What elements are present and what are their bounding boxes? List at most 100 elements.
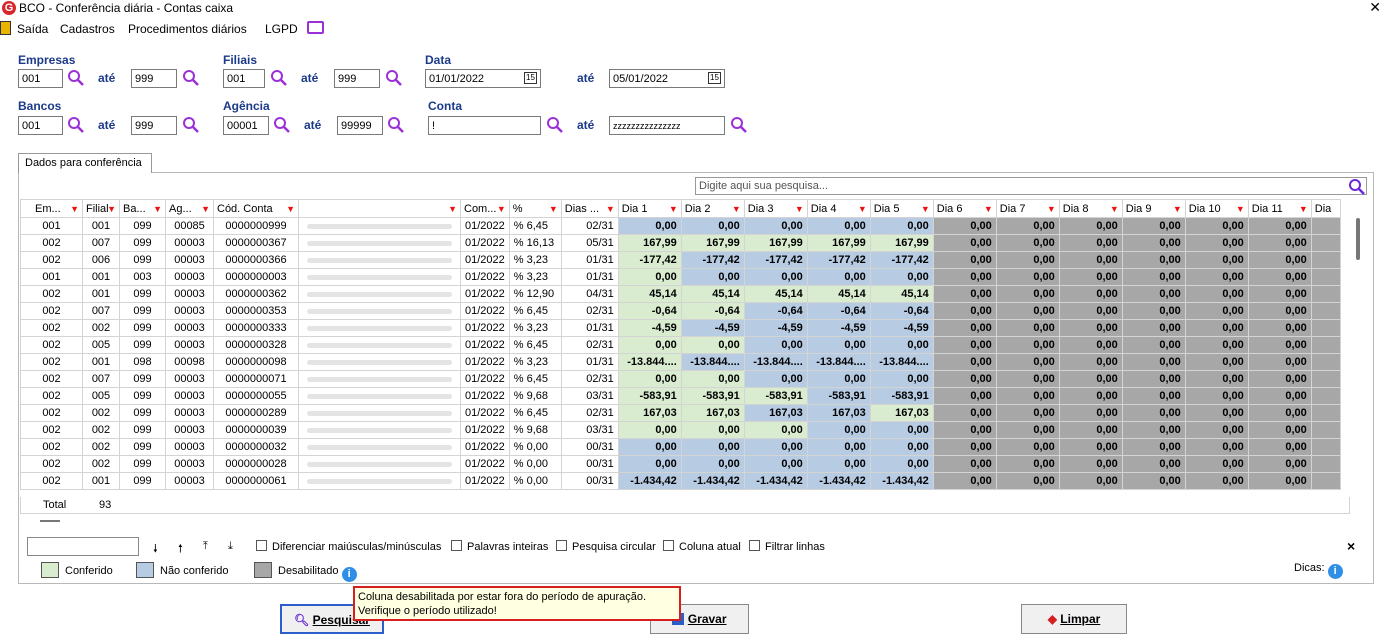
table-cell[interactable]: % 3,23 bbox=[508, 251, 562, 269]
disabled-day-cell[interactable]: 0,00 bbox=[1184, 319, 1249, 337]
option-circular[interactable]: Pesquisa circular bbox=[556, 540, 656, 553]
table-row[interactable]: 001 001 099 00085 0000000999 01/2022% 6,45 02/… bbox=[20, 217, 1341, 235]
disabled-day-cell[interactable]: 0,00 bbox=[995, 472, 1060, 490]
filter-icon[interactable]: ▼ bbox=[448, 204, 457, 214]
table-cell[interactable]: 007 bbox=[82, 370, 120, 388]
disabled-day-cell[interactable] bbox=[1310, 234, 1341, 252]
day-cell[interactable]: 0,00 bbox=[617, 370, 682, 388]
disabled-day-cell[interactable] bbox=[1310, 319, 1341, 337]
disabled-day-cell[interactable]: 0,00 bbox=[932, 251, 997, 269]
disabled-day-cell[interactable] bbox=[1310, 302, 1341, 320]
table-cell[interactable] bbox=[298, 421, 461, 439]
disabled-day-cell[interactable]: 0,00 bbox=[1121, 472, 1186, 490]
table-cell[interactable]: 099 bbox=[119, 285, 166, 303]
column-header[interactable]: Dia 1 ▼ bbox=[617, 199, 682, 218]
option-whole-words[interactable]: Palavras inteiras bbox=[451, 540, 548, 553]
table-cell[interactable]: 0000000328 bbox=[213, 336, 299, 354]
disabled-day-cell[interactable]: 0,00 bbox=[1058, 370, 1123, 388]
menu-cadastros[interactable]: Cadastros bbox=[60, 22, 115, 36]
disabled-day-cell[interactable]: 0,00 bbox=[932, 234, 997, 252]
day-cell[interactable]: -1.434,42 bbox=[869, 472, 934, 490]
table-cell[interactable]: 001 bbox=[82, 472, 120, 490]
table-cell[interactable]: 01/31 bbox=[560, 319, 619, 337]
table-cell[interactable]: 0000000366 bbox=[213, 251, 299, 269]
disabled-day-cell[interactable]: 0,00 bbox=[932, 455, 997, 473]
table-cell[interactable]: 02/31 bbox=[560, 302, 619, 320]
table-cell[interactable]: 099 bbox=[119, 319, 166, 337]
search-icon[interactable] bbox=[730, 116, 748, 134]
table-cell[interactable]: 099 bbox=[119, 234, 166, 252]
data-from-input[interactable]: 01/01/2022 15 bbox=[425, 69, 541, 88]
find-next-down-icon[interactable]: 🠗 bbox=[153, 540, 158, 559]
table-cell[interactable]: 002 bbox=[20, 251, 83, 269]
table-cell[interactable]: 0000000353 bbox=[213, 302, 299, 320]
day-cell[interactable]: 0,00 bbox=[806, 336, 871, 354]
disabled-day-cell[interactable] bbox=[1310, 370, 1341, 388]
table-cell[interactable]: 05/31 bbox=[560, 234, 619, 252]
table-cell[interactable]: 001 bbox=[20, 268, 83, 286]
table-row[interactable]: 002 007 099 00003 0000000071 01/2022% 6,45 02/… bbox=[20, 370, 1341, 388]
table-cell[interactable]: 099 bbox=[119, 421, 166, 439]
table-cell[interactable]: 01/2022 bbox=[460, 217, 510, 235]
day-cell[interactable]: -0,64 bbox=[869, 302, 934, 320]
disabled-day-cell[interactable]: 0,00 bbox=[1247, 268, 1312, 286]
day-cell[interactable]: 0,00 bbox=[869, 421, 934, 439]
disabled-day-cell[interactable]: 0,00 bbox=[1058, 319, 1123, 337]
table-cell[interactable] bbox=[298, 455, 461, 473]
search-icon[interactable] bbox=[182, 116, 200, 134]
disabled-day-cell[interactable]: 0,00 bbox=[1121, 438, 1186, 456]
disabled-day-cell[interactable]: 0,00 bbox=[932, 438, 997, 456]
checkbox[interactable] bbox=[451, 540, 462, 551]
table-cell[interactable]: % 9,68 bbox=[508, 387, 562, 405]
disabled-day-cell[interactable]: 0,00 bbox=[1058, 234, 1123, 252]
table-cell[interactable]: 00098 bbox=[165, 353, 214, 371]
table-cell[interactable]: 00003 bbox=[165, 421, 214, 439]
disabled-day-cell[interactable]: 0,00 bbox=[1247, 404, 1312, 422]
table-cell[interactable]: 0000000003 bbox=[213, 268, 299, 286]
table-cell[interactable]: 01/2022 bbox=[460, 387, 510, 405]
table-cell[interactable]: % 0,00 bbox=[508, 455, 562, 473]
table-cell[interactable]: 002 bbox=[82, 455, 120, 473]
disabled-day-cell[interactable]: 0,00 bbox=[1121, 336, 1186, 354]
disabled-day-cell[interactable]: 0,00 bbox=[932, 285, 997, 303]
day-cell[interactable]: 0,00 bbox=[680, 336, 745, 354]
table-cell[interactable]: 00003 bbox=[165, 251, 214, 269]
table-cell[interactable]: 001 bbox=[82, 285, 120, 303]
option-case-sensitive[interactable]: Diferenciar maiúsculas/minúsculas bbox=[256, 540, 441, 553]
table-cell[interactable] bbox=[298, 268, 461, 286]
find-prev-up-icon[interactable]: 🠕 bbox=[178, 540, 183, 559]
day-cell[interactable]: 0,00 bbox=[680, 455, 745, 473]
disabled-day-cell[interactable] bbox=[1310, 285, 1341, 303]
table-cell[interactable]: 01/31 bbox=[560, 268, 619, 286]
table-row[interactable]: 002 002 099 00003 0000000289 01/2022% 6,45 02/… bbox=[20, 404, 1341, 422]
disabled-day-cell[interactable]: 0,00 bbox=[932, 336, 997, 354]
day-cell[interactable]: 45,14 bbox=[680, 285, 745, 303]
checkbox[interactable] bbox=[663, 540, 674, 551]
filter-icon[interactable]: ▼ bbox=[1173, 204, 1182, 214]
table-cell[interactable]: 0000000032 bbox=[213, 438, 299, 456]
table-cell[interactable]: 01/2022 bbox=[460, 353, 510, 371]
table-cell[interactable]: 00003 bbox=[165, 387, 214, 405]
table-cell[interactable]: % 6,45 bbox=[508, 302, 562, 320]
disabled-day-cell[interactable]: 0,00 bbox=[1247, 336, 1312, 354]
day-cell[interactable]: 0,00 bbox=[617, 336, 682, 354]
column-header[interactable]: % ▼ bbox=[508, 199, 562, 218]
disabled-day-cell[interactable]: 0,00 bbox=[1184, 234, 1249, 252]
table-cell[interactable]: % 9,68 bbox=[508, 421, 562, 439]
table-cell[interactable]: 001 bbox=[82, 353, 120, 371]
day-cell[interactable]: -13.844.... bbox=[617, 353, 682, 371]
day-cell[interactable]: 0,00 bbox=[743, 268, 808, 286]
filter-icon[interactable]: ▼ bbox=[286, 204, 295, 214]
filter-icon[interactable]: ▼ bbox=[153, 204, 162, 214]
disabled-day-cell[interactable]: 0,00 bbox=[1058, 217, 1123, 235]
disabled-day-cell[interactable]: 0,00 bbox=[1058, 455, 1123, 473]
table-cell[interactable]: 01/2022 bbox=[460, 455, 510, 473]
table-cell[interactable]: 00003 bbox=[165, 370, 214, 388]
disabled-day-cell[interactable]: 0,00 bbox=[1121, 251, 1186, 269]
filter-icon[interactable]: ▼ bbox=[795, 204, 804, 214]
empresas-to-input[interactable]: 999 bbox=[131, 69, 177, 88]
table-cell[interactable]: 00003 bbox=[165, 302, 214, 320]
table-cell[interactable]: 0000000367 bbox=[213, 234, 299, 252]
day-cell[interactable]: -13.844.... bbox=[806, 353, 871, 371]
filter-icon[interactable]: ▼ bbox=[858, 204, 867, 214]
